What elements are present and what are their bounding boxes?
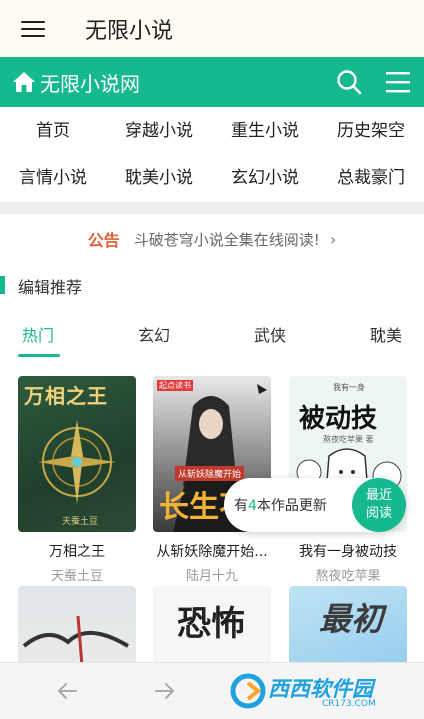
forward-arrow-icon[interactable] <box>152 679 176 703</box>
watermark-icon <box>230 673 266 709</box>
update-message: 有4本作品更新 <box>234 498 327 514</box>
nav-link-history[interactable]: 历史架空 <box>318 119 424 143</box>
tab-danmei[interactable]: 耽美 <box>370 322 402 346</box>
book-title: 万相之王 <box>49 544 105 560</box>
nav-link-rebirth[interactable]: 重生小说 <box>212 119 318 143</box>
browser-bottom-bar: 西西软件园 CR173.COM <box>0 662 424 719</box>
watermark-logo: 西西软件园 CR173.COM <box>226 669 422 713</box>
update-count: 4 <box>248 498 257 514</box>
book-card[interactable] <box>18 586 136 662</box>
watermark-subtext: CR173.COM <box>322 699 376 709</box>
cover-illustration <box>22 615 130 662</box>
cover-title: 万相之王 <box>24 384 108 408</box>
book-title: 我有一身被动技 <box>299 544 397 560</box>
book-author: 陆月十九 <box>185 569 238 584</box>
chevron-right-icon: › <box>329 229 337 249</box>
section-header: 编辑推荐 <box>0 264 424 309</box>
cover-title: 恐怖 <box>177 604 245 644</box>
nav-link-romance[interactable]: 言情小说 <box>0 166 106 190</box>
search-icon[interactable] <box>336 69 362 95</box>
update-popup[interactable]: 有4本作品更新 最近 阅读 <box>224 478 406 532</box>
nav-link-ceo[interactable]: 总裁豪门 <box>318 166 424 190</box>
book-title: 从斩妖除魔开始... <box>156 544 268 560</box>
tab-fantasy[interactable]: 玄幻 <box>138 322 170 346</box>
book-author: 天蚕土豆 <box>50 569 103 584</box>
cover-title: 最初 <box>319 600 384 638</box>
nav-link-time-travel[interactable]: 穿越小说 <box>106 119 212 143</box>
back-arrow-icon[interactable] <box>56 679 80 703</box>
recent-reading-button[interactable]: 最近 阅读 <box>352 478 406 532</box>
book-cover: 最初 <box>289 586 407 662</box>
book-cover: 恐怖 <box>153 586 271 662</box>
home-icon[interactable] <box>12 71 36 93</box>
nav-link-danmei[interactable]: 耽美小说 <box>106 166 212 190</box>
nav-link-fantasy[interactable]: 玄幻小说 <box>212 166 318 190</box>
section-accent-bar <box>0 276 5 294</box>
list-menu-icon[interactable] <box>386 71 410 93</box>
section-title: 编辑推荐 <box>18 278 83 297</box>
hamburger-menu-icon[interactable] <box>21 20 45 38</box>
book-card[interactable]: 万相之王 天蚕土豆 万相之王 天蚕土豆 <box>18 376 136 584</box>
tab-hot[interactable]: 热门 <box>22 322 54 346</box>
app-bar: 无限小说 <box>0 0 424 57</box>
nav-link-home[interactable]: 首页 <box>0 119 106 143</box>
book-card[interactable]: 最初 <box>289 586 407 662</box>
divider <box>0 202 424 214</box>
tab-wuxia[interactable]: 武侠 <box>254 322 286 346</box>
book-author: 熬夜吃苹果 <box>315 569 381 584</box>
book-cover <box>18 586 136 662</box>
notice-text: 斗破苍穹小说全集在线阅读! <box>133 230 320 249</box>
site-title[interactable]: 无限小说网 <box>40 68 140 97</box>
notice-bar[interactable]: 公告 斗破苍穹小说全集在线阅读! › <box>0 214 424 265</box>
cover-author: 天蚕土豆 <box>62 517 99 527</box>
site-header: 无限小说网 <box>0 57 424 107</box>
notice-tag: 公告 <box>87 231 120 250</box>
cover-badge: 起点读书 <box>157 380 193 391</box>
book-cover: 万相之王 天蚕土豆 <box>18 376 136 532</box>
app-title: 无限小说 <box>85 18 174 44</box>
active-tab-indicator <box>18 354 60 357</box>
category-nav: 首页 穿越小说 重生小说 历史架空 言情小说 耽美小说 玄幻小说 总裁豪门 <box>0 107 424 202</box>
genre-tabs: 热门 玄幻 武侠 耽美 <box>0 308 424 359</box>
cover-subtitle: 从斩妖除魔开始 <box>175 466 245 481</box>
book-card[interactable]: 恐怖 <box>153 586 271 662</box>
